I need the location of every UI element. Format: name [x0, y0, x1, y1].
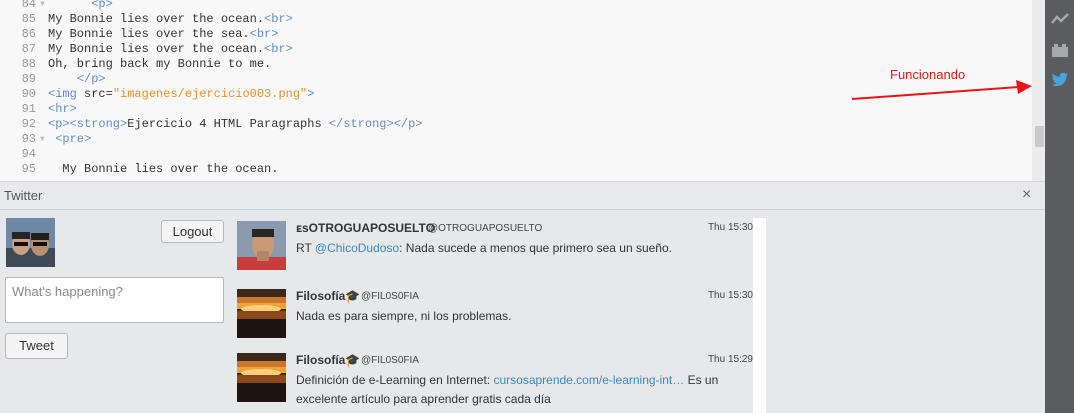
panel-title: Twitter: [4, 188, 43, 203]
code-line[interactable]: 94: [0, 147, 1032, 162]
tweet-item[interactable]: ᴇsOTROGUAPOSUELTO @OTROGUAPOSUELTO Thu 15:…: [230, 218, 753, 284]
line-number: 92: [21, 117, 36, 131]
tweet-author-handle[interactable]: @FIL0S0FIA: [361, 291, 419, 302]
tweet-avatar[interactable]: [237, 353, 286, 402]
extension-manager-icon[interactable]: [1051, 42, 1069, 58]
twitter-icon[interactable]: [1051, 72, 1069, 88]
tweet-author-name[interactable]: Filosofía🎓: [296, 289, 360, 303]
line-number: 95: [21, 162, 36, 176]
line-code: <pre>: [55, 132, 92, 146]
line-code: My Bonnie lies over the ocean.<br>: [48, 42, 293, 56]
close-icon[interactable]: ×: [1022, 186, 1031, 204]
tweet-feed[interactable]: ᴇsOTROGUAPOSUELTO @OTROGUAPOSUELTO Thu 15:…: [230, 218, 765, 413]
tweet-mention-link[interactable]: @ChicoDudoso: [315, 241, 399, 255]
tweet-avatar[interactable]: [237, 221, 286, 270]
fold-toggle-icon[interactable]: ▼: [40, 132, 45, 147]
tweet-author-handle[interactable]: @FIL0S0FIA: [361, 355, 419, 366]
tweet-input[interactable]: [5, 277, 224, 323]
tweet-author-name[interactable]: ᴇsOTROGUAPOSUELTO: [296, 221, 435, 235]
twitter-panel-header: Twitter ×: [0, 181, 1045, 210]
feed-scrollbar[interactable]: [753, 218, 766, 413]
line-number: 84: [21, 0, 36, 11]
tweet-button[interactable]: Tweet: [5, 333, 68, 359]
line-number: 91: [21, 102, 36, 116]
code-line[interactable]: 95 My Bonnie lies over the ocean.: [0, 162, 1032, 177]
line-number: 93: [21, 132, 36, 146]
tweet-author-handle[interactable]: @OTROGUAPOSUELTO: [428, 223, 542, 234]
code-line[interactable]: 84 ▼ <p>: [0, 0, 1032, 12]
line-code: </p>: [76, 72, 106, 86]
line-number: 85: [21, 12, 36, 26]
line-number: 90: [21, 87, 36, 101]
line-number: 88: [21, 57, 36, 71]
code-line[interactable]: 88 Oh, bring back my Bonnie to me.: [0, 57, 1032, 72]
user-avatar: [6, 218, 55, 267]
code-line[interactable]: 86 My Bonnie lies over the sea.<br>: [0, 27, 1032, 42]
line-code: Oh, bring back my Bonnie to me.: [48, 57, 272, 71]
tweet-text: RT @ChicoDudoso: Nada sucede a menos que…: [296, 241, 672, 255]
tweet-item[interactable]: Filosofía🎓 @FIL0S0FIA Thu 15:29 Definición …: [230, 350, 753, 413]
line-code: My Bonnie lies over the sea.<br>: [48, 27, 279, 41]
code-line[interactable]: 93 ▼ <pre>: [0, 132, 1032, 147]
code-line[interactable]: 92 <p><strong>Ejercicio 4 HTML Paragraphs…: [0, 117, 1032, 132]
tweet-timestamp: Thu 15:30: [707, 222, 753, 233]
line-number: 89: [21, 72, 36, 86]
line-code: <p><strong>Ejercicio 4 HTML Paragraphs <…: [48, 117, 423, 131]
tweet-text: Definición de e-Learning en Internet: cu…: [296, 373, 719, 406]
line-number: 86: [21, 27, 36, 41]
annotation-arrow: [851, 80, 1032, 100]
line-code: <img src="imagenes/ejercicio003.png">: [48, 87, 315, 101]
fold-toggle-icon[interactable]: ▼: [40, 0, 45, 12]
tweet-author-name[interactable]: Filosofía🎓: [296, 353, 360, 367]
tweet-url-link[interactable]: cursosaprende.com/e-learning-int…: [493, 373, 684, 387]
line-number: 87: [21, 42, 36, 56]
code-line[interactable]: 85 My Bonnie lies over the ocean.<br>: [0, 12, 1032, 27]
line-number: 94: [21, 147, 36, 161]
code-line[interactable]: 87 My Bonnie lies over the ocean.<br>: [0, 42, 1032, 57]
tweet-timestamp: Thu 15:29: [707, 354, 753, 365]
tweet-item[interactable]: Filosofía🎓 @FIL0S0FIA Thu 15:30 Nada es par…: [230, 286, 753, 352]
tweet-text: Nada es para siempre, ni los problemas.: [296, 309, 512, 323]
tweet-timestamp: Thu 15:30: [707, 290, 753, 301]
line-code: My Bonnie lies over the ocean.<br>: [48, 12, 293, 26]
line-code: My Bonnie lies over the ocean.: [48, 162, 279, 176]
right-toolbar: [1045, 0, 1074, 413]
logout-button[interactable]: Logout: [161, 220, 224, 243]
line-code: <p>: [91, 0, 113, 11]
tweet-avatar[interactable]: [237, 289, 286, 338]
live-preview-icon[interactable]: [1051, 11, 1069, 27]
line-code: <hr>: [48, 102, 77, 116]
editor-scrollbar-thumb[interactable]: [1035, 126, 1044, 147]
